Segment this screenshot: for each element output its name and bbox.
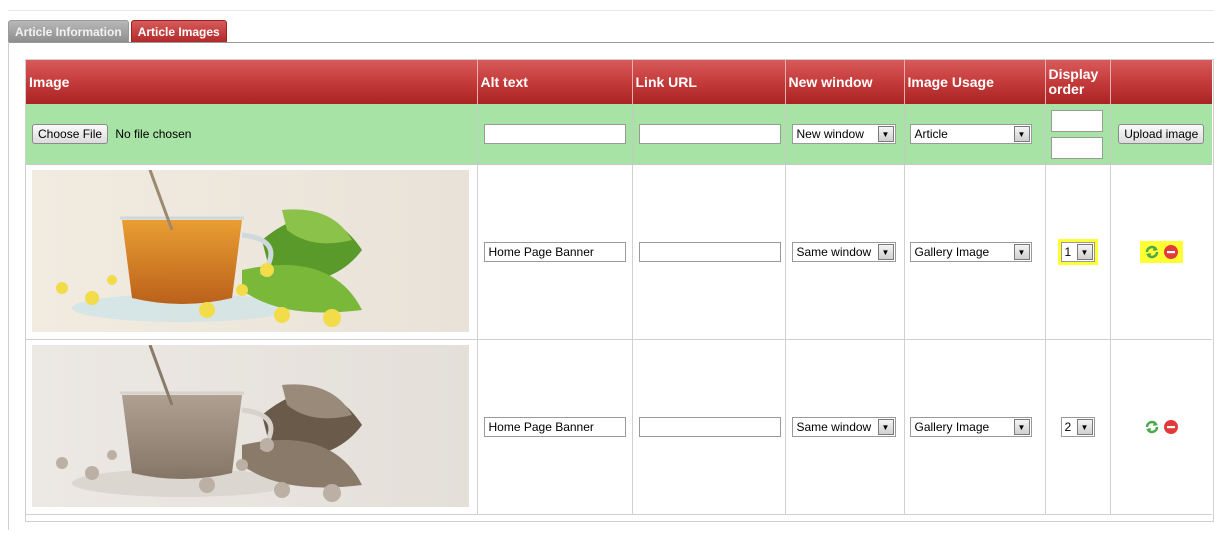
window-select[interactable]: Same window ▼ [791, 242, 896, 262]
display-order-select[interactable]: 2 ▼ [1060, 417, 1095, 437]
top-divider [8, 10, 1214, 11]
chevron-down-icon: ▼ [877, 126, 894, 142]
header-display-order-line2: order [1048, 81, 1085, 97]
chevron-down-icon: ▼ [1013, 126, 1030, 142]
alt-text-input[interactable]: Home Page Banner [483, 242, 626, 262]
usage-select[interactable]: Gallery Image ▼ [909, 417, 1032, 437]
usage-value: Gallery Image [914, 420, 990, 434]
chevron-down-icon: ▼ [877, 244, 894, 260]
upload-link-url-input[interactable] [638, 124, 781, 144]
upload-row: Choose File No file chosen New window ▼ … [26, 104, 1212, 165]
chevron-down-icon: ▼ [1013, 419, 1030, 435]
usage-value: Gallery Image [914, 245, 990, 259]
header-display-order: Display order [1045, 60, 1111, 104]
file-status-text: No file chosen [115, 127, 192, 141]
display-order-select[interactable]: 1 ▼ [1060, 242, 1095, 262]
header-image: Image [26, 60, 478, 104]
content-left-border [8, 42, 9, 530]
tab-divider [8, 42, 1214, 43]
header-image-usage: Image Usage [904, 60, 1046, 104]
chevron-down-icon: ▼ [1013, 244, 1030, 260]
delete-icon[interactable] [1163, 244, 1179, 260]
banner-image-color [32, 168, 469, 332]
usage-select[interactable]: Gallery Image ▼ [909, 242, 1032, 262]
upload-order-input-1[interactable] [1050, 109, 1103, 132]
table-row: Home Page Banner Same window ▼ Gallery I… [26, 339, 1212, 515]
actions-highlight [1139, 241, 1183, 263]
order-highlight: 1 ▼ [1057, 239, 1098, 265]
delete-icon[interactable] [1163, 419, 1179, 435]
window-value: Same window [796, 245, 872, 259]
upload-image-button[interactable]: Upload image [1118, 124, 1205, 144]
chevron-down-icon: ▼ [877, 419, 894, 435]
banner-image-sepia [32, 343, 469, 507]
display-order-value: 1 [1064, 245, 1072, 259]
chevron-down-icon: ▼ [1076, 419, 1093, 435]
window-select[interactable]: Same window ▼ [791, 417, 896, 437]
tab-article-information[interactable]: Article Information [8, 20, 129, 42]
choose-file-button[interactable]: Choose File [32, 124, 109, 144]
upload-alt-text-input[interactable] [483, 124, 626, 144]
upload-window-select[interactable]: New window ▼ [791, 124, 896, 144]
header-alt-text: Alt text [477, 60, 633, 104]
header-actions [1110, 60, 1212, 104]
upload-window-value: New window [796, 127, 864, 141]
alt-text-input[interactable]: Home Page Banner [483, 417, 626, 437]
upload-order-input-2[interactable] [1050, 136, 1103, 159]
table-row: Home Page Banner Same window ▼ Gallery I… [26, 164, 1212, 340]
upload-usage-value: Article [914, 127, 948, 141]
images-table: Image Alt text Link URL New window Image… [26, 60, 1212, 515]
upload-usage-select[interactable]: Article ▼ [909, 124, 1032, 144]
link-url-input[interactable] [638, 417, 781, 437]
header-new-window: New window [785, 60, 905, 104]
refresh-icon[interactable] [1144, 244, 1160, 260]
link-url-input[interactable] [638, 242, 781, 262]
window-value: Same window [796, 420, 872, 434]
tab-bar: Article Information Article Images [8, 20, 227, 42]
header-display-order-line1: Display [1048, 66, 1099, 82]
refresh-icon[interactable] [1144, 419, 1160, 435]
display-order-value: 2 [1064, 420, 1072, 434]
table-header-row: Image Alt text Link URL New window Image… [26, 60, 1212, 104]
header-link-url: Link URL [632, 60, 786, 104]
tab-article-images[interactable]: Article Images [130, 20, 227, 42]
chevron-down-icon: ▼ [1076, 244, 1093, 260]
